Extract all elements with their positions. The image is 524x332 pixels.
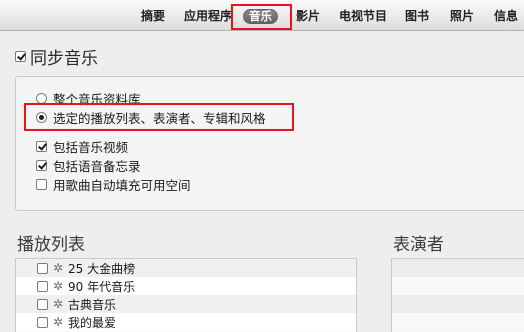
gear-icon: ✲: [52, 297, 64, 311]
tab-photos[interactable]: 照片: [450, 8, 474, 25]
playlist-label: 25 大金曲榜: [68, 261, 136, 276]
checkbox-include-voice-memos[interactable]: [36, 159, 47, 171]
checkbox-include-music-videos[interactable]: [36, 140, 47, 152]
playlist-checkbox[interactable]: [37, 316, 48, 328]
playlist-checkbox[interactable]: [37, 262, 48, 274]
list-item[interactable]: ✲ 90 年代音乐: [16, 277, 356, 295]
tab-summary[interactable]: 摘要: [141, 8, 165, 25]
sync-options-panel: 整个音乐资料库 选定的播放列表、表演者、专辑和风格 包括音乐视频 包括语音备忘录…: [15, 76, 524, 211]
tab-apps[interactable]: 应用程序: [184, 8, 232, 25]
sync-music-header[interactable]: 同步音乐: [15, 44, 98, 69]
list-item: [392, 259, 524, 277]
list-item: [392, 277, 524, 295]
option-highlight-box: [24, 103, 294, 131]
artists-list[interactable]: [391, 258, 524, 332]
list-item[interactable]: ✲ 我的最爱: [16, 313, 356, 331]
tab-highlight-box: [231, 4, 292, 30]
playlists-title: 播放列表: [17, 235, 85, 255]
gear-icon: ✲: [52, 279, 64, 293]
checkbox-autofill[interactable]: [36, 178, 47, 190]
list-item[interactable]: ✲ 25 大金曲榜: [16, 259, 356, 277]
playlist-checkbox[interactable]: [37, 298, 48, 310]
radio-entire-library[interactable]: [36, 92, 47, 104]
playlist-label: 古典音乐: [68, 297, 117, 312]
gear-icon: ✲: [52, 261, 64, 275]
list-item: [392, 313, 524, 331]
option-autofill[interactable]: 用歌曲自动填充可用空间: [36, 175, 191, 193]
artists-title: 表演者: [393, 235, 444, 255]
playlist-label: 90 年代音乐: [68, 279, 136, 294]
sync-music-checkbox[interactable]: [15, 50, 26, 62]
option-label: 包括语音备忘录: [53, 158, 141, 174]
playlist-checkbox[interactable]: [37, 280, 48, 292]
option-label: 包括音乐视频: [53, 139, 129, 155]
tab-books[interactable]: 图书: [405, 8, 429, 25]
tab-tv-shows[interactable]: 电视节目: [339, 8, 387, 25]
sync-music-title: 同步音乐: [30, 48, 98, 69]
list-item: [392, 295, 524, 313]
tab-movies[interactable]: 影片: [296, 8, 320, 25]
playlist-label: 我的最爱: [68, 315, 117, 330]
tab-info[interactable]: 信息: [494, 8, 518, 25]
option-include-voice-memos[interactable]: 包括语音备忘录: [36, 156, 141, 174]
list-item[interactable]: ✲ 古典音乐: [16, 295, 356, 313]
option-include-music-videos[interactable]: 包括音乐视频: [36, 137, 128, 155]
playlists-list: ✲ 25 大金曲榜 ✲ 90 年代音乐 ✲ 古典音乐 ✲ 我的最爱: [15, 258, 357, 332]
option-label: 用歌曲自动填充可用空间: [53, 177, 191, 193]
gear-icon: ✲: [52, 315, 64, 329]
